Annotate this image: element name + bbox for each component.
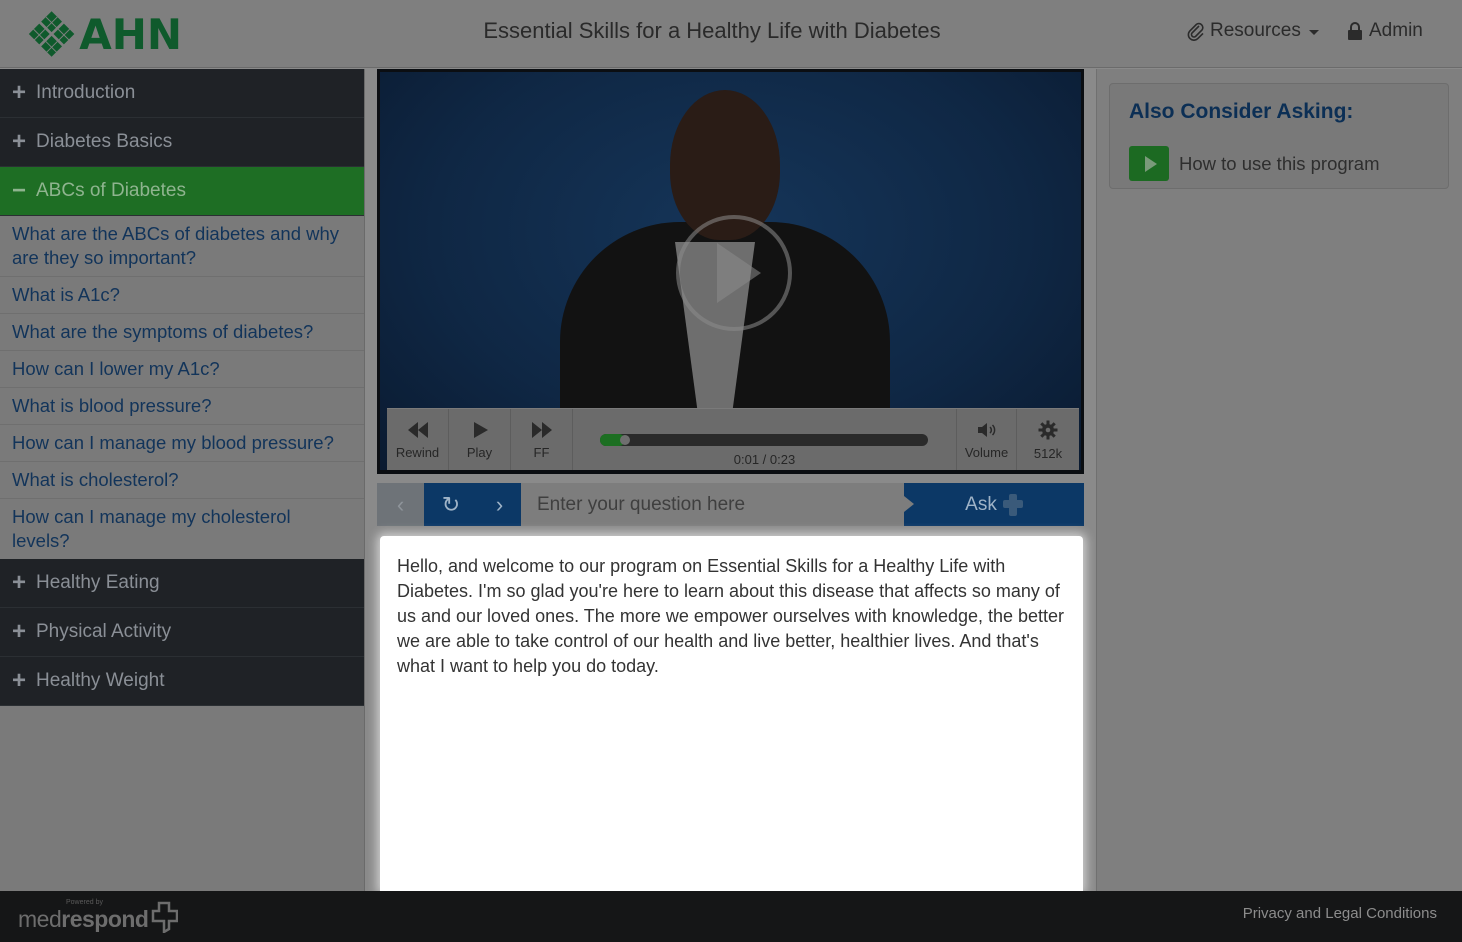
- sidebar-question-link[interactable]: What are the ABCs of diabetes and why ar…: [0, 216, 364, 277]
- rewind-button[interactable]: Rewind: [387, 409, 449, 470]
- section-label: ABCs of Diabetes: [36, 180, 186, 201]
- lock-icon: [1348, 21, 1362, 40]
- footer: Powered by med respond Privacy and Legal…: [0, 891, 1462, 942]
- plus-icon: +: [12, 618, 27, 645]
- logo-text: AHN: [79, 9, 182, 59]
- sidebar-question-link[interactable]: What is blood pressure?: [0, 388, 364, 425]
- quality-button[interactable]: 512k: [1017, 409, 1079, 470]
- sidebar-section-healthy-eating[interactable]: + Healthy Eating: [0, 559, 364, 608]
- progress-knob[interactable]: [619, 435, 630, 445]
- time-readout: 0:01 / 0:23: [733, 452, 796, 467]
- section-label: Introduction: [36, 82, 136, 103]
- fast-forward-icon: [531, 421, 552, 438]
- suggested-question[interactable]: How to use this program: [1129, 146, 1380, 181]
- suggested-question-label: How to use this program: [1179, 152, 1380, 174]
- question-input[interactable]: [521, 483, 904, 526]
- progress-bar[interactable]: [600, 434, 928, 446]
- play-icon: [717, 243, 761, 303]
- sidebar-question-link[interactable]: What are the symptoms of diabetes?: [0, 314, 364, 351]
- chevron-right-icon[interactable]: ›: [496, 492, 503, 518]
- sidebar-question-link[interactable]: How can I manage my cholesterol levels?: [0, 499, 364, 559]
- ff-label: FF: [533, 444, 550, 460]
- section-label: Physical Activity: [36, 621, 172, 642]
- sidebar-section-introduction[interactable]: + Introduction: [0, 69, 364, 118]
- progress-area: 0:01 / 0:23: [573, 409, 957, 470]
- ask-button[interactable]: Ask: [904, 483, 1084, 526]
- play-icon: [473, 421, 488, 438]
- section-label: Healthy Eating: [36, 572, 160, 593]
- ask-label: Ask: [965, 493, 997, 515]
- refresh-icon[interactable]: ↻: [442, 492, 460, 518]
- plus-icon: +: [12, 79, 27, 106]
- header: AHN Essential Skills for a Healthy Life …: [0, 0, 1462, 68]
- volume-label: Volume: [964, 444, 1009, 460]
- section-label: Diabetes Basics: [36, 131, 173, 152]
- ahn-logo-mark-icon: [28, 11, 75, 57]
- resources-label: Resources: [1210, 20, 1301, 41]
- paperclip-icon: [1187, 22, 1204, 41]
- rewind-label: Rewind: [395, 444, 440, 460]
- sidebar-question-link[interactable]: How can I lower my A1c?: [0, 351, 364, 388]
- powered-by-label: Powered by: [66, 899, 103, 906]
- plus-icon: +: [12, 667, 27, 694]
- sidebar-section-physical-activity[interactable]: + Physical Activity: [0, 608, 364, 657]
- also-consider-title: Also Consider Asking:: [1129, 100, 1354, 123]
- minus-icon: −: [12, 177, 27, 204]
- resources-menu[interactable]: Resources: [1186, 20, 1319, 42]
- volume-button[interactable]: Volume: [957, 409, 1017, 470]
- sidebar-section-abcs-of-diabetes[interactable]: − ABCs of Diabetes: [0, 167, 364, 216]
- sidebar-section-diabetes-basics[interactable]: + Diabetes Basics: [0, 118, 364, 167]
- transcript-panel: Hello, and welcome to our program on Ess…: [380, 536, 1083, 891]
- play-icon: [1144, 155, 1157, 172]
- quality-label: 512k: [1033, 445, 1063, 461]
- sidebar-question-link[interactable]: What is cholesterol?: [0, 462, 364, 499]
- plus-icon: +: [12, 569, 27, 596]
- big-play-button[interactable]: [676, 215, 792, 331]
- plus-icon: +: [12, 128, 27, 155]
- sidebar-section-healthy-weight[interactable]: + Healthy Weight: [0, 657, 364, 706]
- also-consider-box: Also Consider Asking: How to use this pr…: [1109, 83, 1449, 189]
- gear-icon: [1038, 420, 1058, 439]
- play-label: Play: [466, 444, 493, 460]
- sidebar-question-link[interactable]: What is A1c?: [0, 277, 364, 314]
- right-panel: Also Consider Asking: How to use this pr…: [1096, 69, 1462, 891]
- section-label: Healthy Weight: [36, 670, 165, 691]
- rewind-icon: [407, 421, 428, 438]
- play-button[interactable]: Play: [449, 409, 511, 470]
- player-controls: Rewind Play FF 0:01 / 0:23 Volume 512k: [387, 408, 1079, 470]
- ask-bar: ‹ ↻ › Ask: [377, 483, 1084, 526]
- privacy-link[interactable]: Privacy and Legal Conditions: [1243, 905, 1437, 922]
- medical-cross-icon: [1002, 493, 1023, 516]
- previous-button[interactable]: ‹: [377, 483, 424, 526]
- sidebar-question-link[interactable]: How can I manage my blood pressure?: [0, 425, 364, 462]
- suggested-play-button[interactable]: [1129, 146, 1169, 181]
- nav-buttons: ↻ ›: [424, 483, 521, 526]
- chevron-down-icon: [1308, 30, 1319, 35]
- fast-forward-button[interactable]: FF: [511, 409, 573, 470]
- chevron-left-icon: ‹: [396, 491, 405, 517]
- brand-med: med: [18, 906, 62, 932]
- medrespond-logo[interactable]: Powered by med respond: [18, 899, 179, 933]
- video-frame[interactable]: Rewind Play FF 0:01 / 0:23 Volume 512k: [380, 72, 1081, 470]
- ahn-logo[interactable]: AHN: [26, 8, 182, 60]
- admin-label: Admin: [1369, 20, 1423, 41]
- video-player: Rewind Play FF 0:01 / 0:23 Volume 512k: [377, 69, 1084, 474]
- sidebar: + Introduction + Diabetes Basics − ABCs …: [0, 69, 365, 891]
- volume-icon: [977, 422, 995, 437]
- app-title: Essential Skills for a Healthy Life with…: [483, 18, 941, 43]
- brand-respond: respond: [61, 906, 149, 932]
- medrespond-cross-icon: [152, 901, 179, 933]
- admin-link[interactable]: Admin: [1347, 20, 1423, 42]
